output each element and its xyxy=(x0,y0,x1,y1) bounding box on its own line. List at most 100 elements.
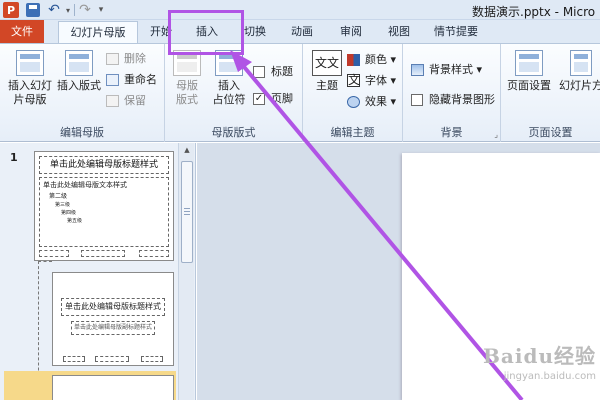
effects-label: 效果 xyxy=(365,95,387,108)
insert-tab-highlight-box xyxy=(168,10,244,55)
slide-number: 1 xyxy=(10,151,18,164)
insert-slide-master-icon xyxy=(16,50,44,76)
fonts-button[interactable]: 文 字体 ▾ xyxy=(347,73,396,89)
thumb-date-placeholder xyxy=(39,250,69,257)
insert-placeholder-label-1: 插入 xyxy=(218,79,240,92)
insert-layout-icon xyxy=(65,50,93,76)
page-setup-label: 页面设置 xyxy=(507,79,551,92)
powerpoint-app-icon[interactable]: P xyxy=(3,2,19,18)
group-label-edit-master: 编辑母版 xyxy=(60,126,104,139)
insert-layout-label: 插入版式 xyxy=(57,79,101,92)
scrollbar-thumb[interactable] xyxy=(181,161,193,263)
tab-slide-master[interactable]: 幻灯片母版 xyxy=(58,21,138,43)
tab-view[interactable]: 视图 xyxy=(384,21,414,43)
group-edit-theme: 文文 主题 颜色 ▾ 文 字体 ▾ 效果 ▾ 编辑主题 xyxy=(303,44,403,142)
rename-label: 重命名 xyxy=(124,73,157,86)
tab-file[interactable]: 文件 xyxy=(0,20,44,43)
delete-button[interactable]: 删除 xyxy=(106,51,146,67)
thumb-body-level3: 第三级 xyxy=(55,202,71,208)
ribbon: 插入幻灯 片母版 插入版式 删除 重命名 保留 编辑母版 母版 版式 插入 占位… xyxy=(0,43,600,142)
title-checkbox-box[interactable] xyxy=(253,66,265,78)
page-setup-button[interactable]: 页面设置 xyxy=(505,50,553,93)
master-layout-button[interactable]: 母版 版式 xyxy=(169,50,205,107)
ribbon-tab-bar: 文件 幻灯片母版 开始 插入 切换 动画 审阅 视图 情节提要 xyxy=(0,20,600,43)
fonts-icon: 文 xyxy=(347,73,361,87)
title-layout-thumbnail[interactable]: 单击此处编辑母版标题样式 单击此处编辑母版副标题样式 xyxy=(52,272,174,366)
effects-icon xyxy=(347,96,360,108)
delete-icon xyxy=(106,53,119,65)
scroll-up-icon[interactable]: ▲ xyxy=(182,146,192,156)
master-slide-thumbnail[interactable]: 单击此处编辑母版标题样式 单击此处编辑母版文本样式 第二级 第三级 第四级 第五… xyxy=(34,151,174,261)
tab-animations[interactable]: 动画 xyxy=(286,21,318,43)
layout-connector-line xyxy=(38,261,52,262)
colors-icon xyxy=(347,54,360,66)
group-background: 背景样式 ▾ 隐藏背景图形 背景 ⌟ xyxy=(403,44,501,142)
rename-icon xyxy=(106,74,119,86)
group-label-master-layout: 母版版式 xyxy=(211,126,256,139)
undo-icon[interactable]: ↶ xyxy=(46,2,62,18)
colors-label: 颜色 xyxy=(365,53,387,66)
scrollbar-grip xyxy=(184,214,190,215)
toolbar-divider xyxy=(74,4,75,16)
preserve-icon xyxy=(106,95,119,107)
background-styles-icon xyxy=(411,64,424,76)
thumb-number-placeholder xyxy=(139,250,169,257)
hide-background-checkbox-box[interactable] xyxy=(411,94,423,106)
slide-orientation-icon xyxy=(570,50,592,76)
background-styles-button[interactable]: 背景样式 ▾ xyxy=(411,62,482,78)
insert-placeholder-label-2: 占位符 xyxy=(212,93,246,106)
hide-background-label: 隐藏背景图形 xyxy=(429,93,495,106)
title-bar: P ↶ ▾ ↷ ▾ 数据演示.pptx - Micro xyxy=(0,0,600,20)
thumb-title-placeholder: 单击此处编辑母版标题样式 xyxy=(39,156,169,174)
undo-dropdown-icon[interactable]: ▾ xyxy=(64,2,72,18)
background-styles-label: 背景样式 xyxy=(429,63,473,76)
footer-checkbox-box[interactable]: ✓ xyxy=(253,93,265,105)
master-layout-label-2: 版式 xyxy=(176,93,198,106)
group-label-page-setup: 页面设置 xyxy=(528,126,573,139)
watermark-url: jingyan.baidu.com xyxy=(503,371,596,382)
dialog-launcher-icon[interactable]: ⌟ xyxy=(494,130,498,139)
tab-transitions[interactable]: 切换 xyxy=(240,21,270,43)
group-edit-master: 插入幻灯 片母版 插入版式 删除 重命名 保留 编辑母版 xyxy=(0,44,165,142)
group-master-layout: 母版 版式 插入 占位符 标题 ✓ 页脚 母版版式 xyxy=(165,44,303,142)
group-label-edit-theme: 编辑主题 xyxy=(330,126,375,139)
scrollbar-grip xyxy=(184,211,190,212)
tab-storyboarding[interactable]: 情节提要 xyxy=(428,21,484,43)
thumb-body-level2: 第二级 xyxy=(49,193,68,200)
preserve-label: 保留 xyxy=(124,94,146,107)
baidu-watermark: Baidu经验 jingyan.baidu.com xyxy=(468,340,596,396)
page-setup-icon xyxy=(515,50,543,76)
insert-slide-master-button[interactable]: 插入幻灯 片母版 xyxy=(4,50,56,107)
redo-icon[interactable]: ↷ xyxy=(78,2,92,18)
effects-button[interactable]: 效果 ▾ xyxy=(347,94,396,110)
preserve-button[interactable]: 保留 xyxy=(106,93,146,109)
watermark-brand: Baidu经验 xyxy=(483,344,596,368)
group-label-background: 背景 xyxy=(440,126,463,139)
title-checkbox-label: 标题 xyxy=(271,65,293,78)
document-title: 数据演示.pptx - Micro xyxy=(472,5,596,19)
slide-orientation-label: 幻灯片方 xyxy=(559,79,600,92)
thumb-body-placeholder: 单击此处编辑母版文本样式 第二级 第三级 第四级 第五级 xyxy=(39,177,169,247)
customize-toolbar-icon[interactable]: ▾ xyxy=(96,2,106,18)
thumb-body-level4: 第四级 xyxy=(61,210,77,216)
slide-thumbnail-panel: 1 单击此处编辑母版标题样式 单击此处编辑母版文本样式 第二级 第三级 第四级 … xyxy=(0,143,196,400)
hide-background-checkbox[interactable]: 隐藏背景图形 xyxy=(411,92,495,108)
slide-orientation-button[interactable]: 幻灯片方 xyxy=(557,50,600,93)
insert-slide-master-label-2: 片母版 xyxy=(13,93,47,106)
rename-button[interactable]: 重命名 xyxy=(106,72,157,88)
thumbnail-scrollbar[interactable]: ▲ xyxy=(178,143,194,400)
insert-placeholder-button[interactable]: 插入 占位符 xyxy=(207,50,251,107)
colors-button[interactable]: 颜色 ▾ xyxy=(347,52,396,68)
footer-checkbox[interactable]: ✓ 页脚 xyxy=(253,91,293,107)
fonts-label: 字体 xyxy=(365,74,387,87)
tab-review[interactable]: 审阅 xyxy=(336,21,366,43)
save-icon[interactable] xyxy=(26,3,40,17)
master-layout-label-1: 母版 xyxy=(176,79,198,92)
insert-layout-button[interactable]: 插入版式 xyxy=(56,50,102,93)
delete-label: 删除 xyxy=(124,52,146,65)
layout-footer-placeholder xyxy=(95,356,129,362)
selected-layout-thumbnail[interactable] xyxy=(52,375,174,400)
themes-button[interactable]: 文文 主题 xyxy=(307,50,347,93)
title-checkbox[interactable]: 标题 xyxy=(253,64,293,80)
layout-date-placeholder xyxy=(63,356,85,362)
